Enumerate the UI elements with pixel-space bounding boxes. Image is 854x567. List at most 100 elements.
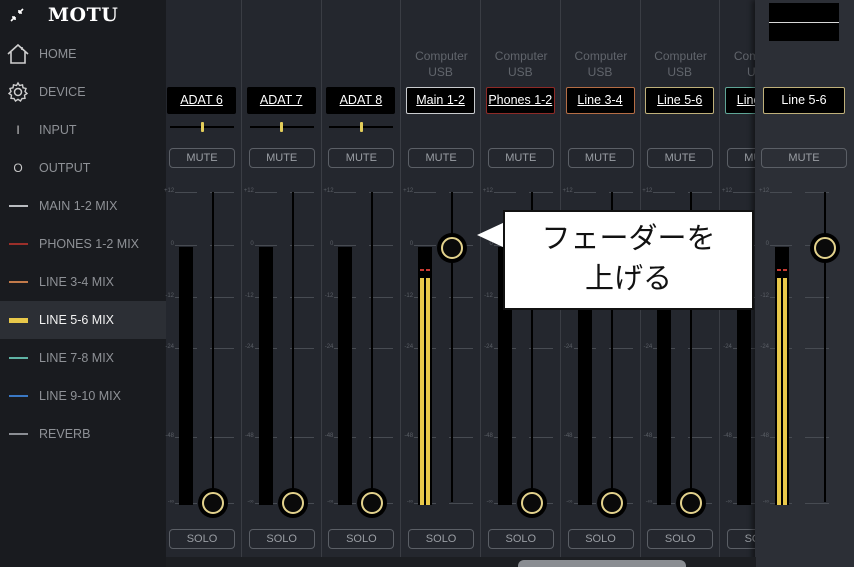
tick-label: +12 <box>403 188 414 194</box>
meter-fill <box>420 277 425 505</box>
sidebar-mix-item[interactable]: PHONES 1-2 MIX <box>0 225 166 263</box>
fader-knob[interactable] <box>198 488 228 518</box>
mix-label: MAIN 1-2 MIX <box>39 199 118 213</box>
tick-label: -24 <box>484 344 493 350</box>
fader-knob[interactable] <box>676 488 707 518</box>
sidebar-mix-item[interactable]: LINE 9-10 MIX <box>0 377 166 415</box>
fader-knob[interactable] <box>516 488 547 518</box>
solo-button[interactable]: SOLO <box>328 529 395 549</box>
meter-tick: -24 <box>164 344 242 352</box>
tick-line <box>414 245 437 246</box>
mix-color-swatch <box>9 317 28 323</box>
channel-name-button[interactable]: Phones 1-2 <box>485 87 555 114</box>
sidebar-mix-item[interactable]: LINE 3-4 MIX <box>0 263 166 301</box>
fader-track[interactable] <box>371 192 374 502</box>
sidebar-item-input[interactable]: I INPUT <box>0 111 166 149</box>
tick-label: -∞ <box>725 499 732 505</box>
solo-button[interactable]: SOLO <box>487 529 554 549</box>
tick-line <box>175 192 197 193</box>
solo-button[interactable]: SOLO <box>248 529 315 549</box>
tick-label: -48 <box>165 433 174 439</box>
fader-knob[interactable] <box>437 233 468 263</box>
tick-label: +12 <box>164 188 175 194</box>
solo-button[interactable]: SOLO <box>408 529 475 549</box>
channel-name-button[interactable]: Line 3-4 <box>565 87 635 114</box>
fader-track[interactable] <box>291 192 294 502</box>
sidebar-mix-item[interactable]: REVERB <box>0 415 166 453</box>
mix-label: LINE 3-4 MIX <box>39 275 115 289</box>
sidebar-item-device[interactable]: DEVICE <box>0 73 166 111</box>
pan-thumb[interactable] <box>359 122 363 132</box>
solo-button[interactable]: SOLO <box>647 529 714 549</box>
meter-tick: -48 <box>164 433 242 441</box>
mix-color-swatch <box>9 243 28 245</box>
pan-thumb[interactable] <box>200 122 204 132</box>
mix-label: PHONES 1-2 MIX <box>39 237 140 251</box>
main-mute-button[interactable]: MUTE <box>761 148 847 168</box>
fader-knob-ring <box>361 492 384 514</box>
channel-name-button[interactable]: Line 5-6 <box>645 87 715 114</box>
pan-thumb[interactable] <box>280 122 284 132</box>
main-output-name-button[interactable]: Line 5-6 <box>763 87 845 114</box>
channel-name-button[interactable]: Main 1-2 <box>406 87 476 114</box>
tick-line <box>449 503 474 504</box>
mute-button[interactable]: MUTE <box>567 148 634 168</box>
sidebar-mix-item[interactable]: LINE 7-8 MIX <box>0 339 166 377</box>
meter-tick: -12 <box>244 293 322 301</box>
fader-knob[interactable] <box>596 488 627 518</box>
tick-label: -48 <box>643 433 653 439</box>
fader-track[interactable] <box>212 192 214 502</box>
main-fader-knob[interactable] <box>810 233 840 263</box>
sidebar-mix-item[interactable]: MAIN 1-2 MIX <box>0 187 166 225</box>
sidebar-mix-item[interactable]: LINE 5-6 MIX <box>0 301 166 339</box>
tick-label: +12 <box>642 188 653 194</box>
meter-tick: -12 <box>164 293 242 301</box>
pan-slider[interactable] <box>249 122 314 132</box>
tick-line <box>732 192 755 193</box>
channel-name-button[interactable]: ADAT 6 <box>167 87 236 114</box>
pan-slider[interactable] <box>329 122 394 132</box>
meter-tick: +12 <box>164 188 242 196</box>
tick-line <box>254 192 277 193</box>
level-meter <box>418 247 433 505</box>
tick-label: -12 <box>324 293 334 299</box>
mute-button[interactable]: MUTE <box>487 148 554 168</box>
meter-tick: -48 <box>483 433 561 441</box>
mute-button[interactable]: MUTE <box>328 148 395 168</box>
sidebar-item-home[interactable]: HOME <box>0 35 166 73</box>
mute-button[interactable]: MUTE <box>248 148 315 168</box>
channel-name-button[interactable]: ADAT 7 <box>246 87 316 114</box>
pan-slider[interactable] <box>170 122 234 132</box>
tick-label: -∞ <box>762 499 769 505</box>
fader-knob[interactable] <box>357 488 388 518</box>
tick-line <box>175 245 197 246</box>
fader-knob-ring <box>281 492 304 514</box>
fader-knob[interactable] <box>277 488 308 518</box>
horizontal-scrollbar[interactable] <box>518 560 686 567</box>
tick-line <box>573 192 596 193</box>
tick-label: -∞ <box>566 499 573 505</box>
peak-indicator <box>777 269 781 271</box>
tick-label: +12 <box>482 188 493 194</box>
sidebar-item-output[interactable]: O OUTPUT <box>0 149 166 187</box>
meter-tick: -48 <box>323 433 401 441</box>
mute-button[interactable]: MUTE <box>647 148 714 168</box>
tick-label: -∞ <box>327 499 334 505</box>
tick-label: -24 <box>643 344 653 350</box>
channel-name-button[interactable]: ADAT 8 <box>326 87 396 114</box>
collapse-arrows-icon[interactable] <box>9 7 25 23</box>
meter-tick: +12 <box>323 188 401 196</box>
tick-label: +12 <box>759 188 770 194</box>
channel-source-label: Computer USB <box>415 49 468 79</box>
meter-tick: -48 <box>403 433 481 441</box>
mute-button[interactable]: MUTE <box>408 148 475 168</box>
callout-line-1: フェーダーを <box>541 221 716 255</box>
mute-button[interactable]: MUTE <box>169 148 235 168</box>
channel-strip: ADAT 6 MUTE +12 0 -12 -24 -48 -∞ SOLO <box>162 0 242 560</box>
meter-tick: -24 <box>642 344 720 352</box>
fader-knob-ring <box>441 237 464 259</box>
tick-label: -48 <box>760 433 769 439</box>
meter-tick: -12 <box>403 293 481 301</box>
solo-button[interactable]: SOLO <box>169 529 235 549</box>
solo-button[interactable]: SOLO <box>567 529 634 549</box>
